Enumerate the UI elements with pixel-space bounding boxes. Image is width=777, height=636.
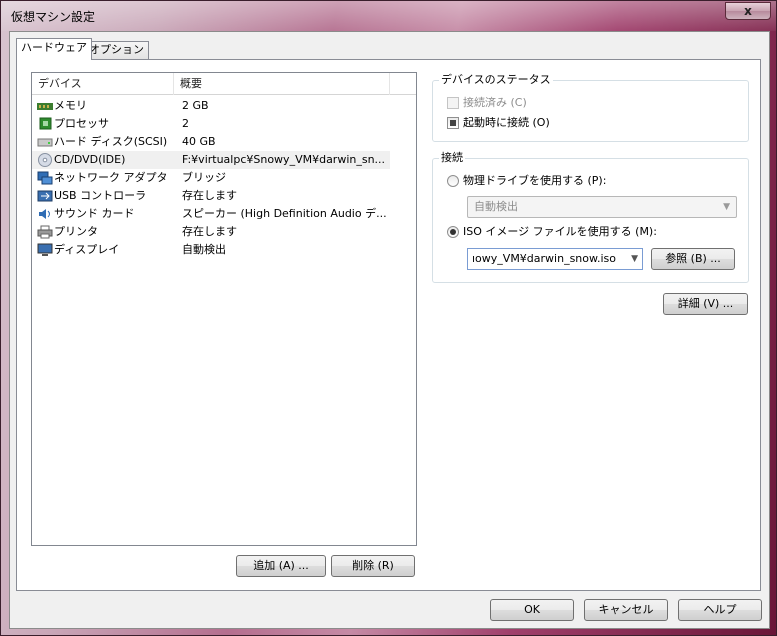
iso-image-label: ISO イメージ ファイルを使用する (M): <box>463 225 657 238</box>
device-summary: スピーカー (High Definition Audio デ... <box>182 207 387 220</box>
device-rows: メモリ 2 GB プロセッサ 2 ハード ディスク(SCSI) 40 GB CD… <box>32 97 390 259</box>
chevron-down-icon: ▼ <box>723 202 730 212</box>
cd-dvd-icon <box>37 153 53 167</box>
checkbox-box <box>447 97 459 109</box>
physical-drive-value: 自動検出 <box>474 200 518 213</box>
chevron-down-icon[interactable]: ▼ <box>631 249 638 269</box>
browse-button[interactable]: 参照 (B) ... <box>651 248 735 270</box>
radio-circle <box>447 175 459 187</box>
connect-at-power-on-label: 起動時に接続 (O) <box>463 116 550 129</box>
column-header-device[interactable]: デバイス <box>32 73 174 95</box>
network-adapter-icon <box>37 171 53 185</box>
device-row-network-adapter[interactable]: ネットワーク アダプタ ブリッジ <box>32 169 390 187</box>
tab-hardware[interactable]: ハードウェア <box>16 38 92 60</box>
column-header-summary[interactable]: 概要 <box>174 73 390 95</box>
checkbox-box <box>447 117 459 129</box>
device-row-sound-card[interactable]: サウンド カード スピーカー (High Definition Audio デ.… <box>32 205 390 223</box>
device-row-memory[interactable]: メモリ 2 GB <box>32 97 390 115</box>
device-name: ネットワーク アダプタ <box>54 171 168 184</box>
hardware-tab-page: デバイス 概要 メモリ 2 GB プロセッサ 2 ハード ディスク(SCSI) … <box>16 59 761 591</box>
device-summary: 存在します <box>182 189 237 202</box>
device-status-group: デバイスのステータス 接続済み (C) 起動時に接続 (O) <box>432 73 749 142</box>
device-list[interactable]: デバイス 概要 メモリ 2 GB プロセッサ 2 ハード ディスク(SCSI) … <box>31 72 417 546</box>
memory-icon <box>37 99 53 113</box>
advanced-button[interactable]: 詳細 (V) ... <box>663 293 748 315</box>
close-button[interactable]: x <box>725 2 771 20</box>
sound-card-icon <box>37 207 53 221</box>
dialog-body: ハードウェア オプション デバイス 概要 メモリ 2 GB プロセッサ 2 ハー… <box>9 31 770 629</box>
iso-path-value: ıowy_VM¥darwin_snow.iso <box>472 252 617 265</box>
device-row-usb-controller[interactable]: USB コントローラ 存在します <box>32 187 390 205</box>
device-row-display[interactable]: ディスプレイ 自動検出 <box>32 241 390 259</box>
physical-drive-label: 物理ドライブを使用する (P): <box>463 174 607 187</box>
help-button[interactable]: ヘルプ <box>678 599 762 621</box>
device-name: プロセッサ <box>54 117 109 130</box>
radio-circle <box>447 226 459 238</box>
tab-options[interactable]: オプション <box>84 41 149 59</box>
physical-drive-select[interactable]: 自動検出 ▼ <box>467 196 737 218</box>
add-device-button[interactable]: 追加 (A) ... <box>236 555 326 577</box>
cancel-button[interactable]: キャンセル <box>584 599 668 621</box>
device-summary: 存在します <box>182 225 237 238</box>
window-title: 仮想マシン設定 <box>11 10 96 24</box>
device-name: ハード ディスク(SCSI) <box>54 135 168 148</box>
remove-device-button[interactable]: 削除 (R) <box>331 555 415 577</box>
device-name: CD/DVD(IDE) <box>54 153 126 166</box>
device-row-hard-disk[interactable]: ハード ディスク(SCSI) 40 GB <box>32 133 390 151</box>
device-summary: 40 GB <box>182 135 216 148</box>
device-name: サウンド カード <box>54 207 135 220</box>
device-summary: 自動検出 <box>182 243 226 256</box>
usb-icon <box>37 189 53 203</box>
device-list-header: デバイス 概要 <box>32 73 416 95</box>
device-summary: ブリッジ <box>182 171 226 184</box>
device-row-processor[interactable]: プロセッサ 2 <box>32 115 390 133</box>
device-name: プリンタ <box>54 225 98 238</box>
connection-title: 接続 <box>439 151 465 165</box>
device-row-cd-dvd[interactable]: CD/DVD(IDE) F:¥virtualpc¥Snowy_VM¥darwin… <box>32 151 390 169</box>
device-summary: F:¥virtualpc¥Snowy_VM¥darwin_sn... <box>182 153 386 166</box>
connected-label: 接続済み (C) <box>463 96 527 109</box>
hard-disk-icon <box>37 135 53 149</box>
device-name: メモリ <box>54 99 87 112</box>
connection-group: 接続 物理ドライブを使用する (P): 自動検出 ▼ ISO イメージ ファイル… <box>432 151 749 283</box>
display-icon <box>37 243 53 257</box>
dialog-window: 仮想マシン設定 x ハードウェア オプション デバイス 概要 メモリ 2 GB <box>0 0 777 636</box>
device-summary: 2 <box>182 117 189 130</box>
device-name: USB コントローラ <box>54 189 147 202</box>
device-name: ディスプレイ <box>54 243 120 256</box>
printer-icon <box>37 225 53 239</box>
iso-path-input[interactable]: ıowy_VM¥darwin_snow.iso ▼ <box>467 248 643 270</box>
device-row-printer[interactable]: プリンタ 存在します <box>32 223 390 241</box>
device-status-title: デバイスのステータス <box>439 73 553 87</box>
ok-button[interactable]: OK <box>490 599 574 621</box>
processor-icon <box>37 117 53 131</box>
device-summary: 2 GB <box>182 99 209 112</box>
